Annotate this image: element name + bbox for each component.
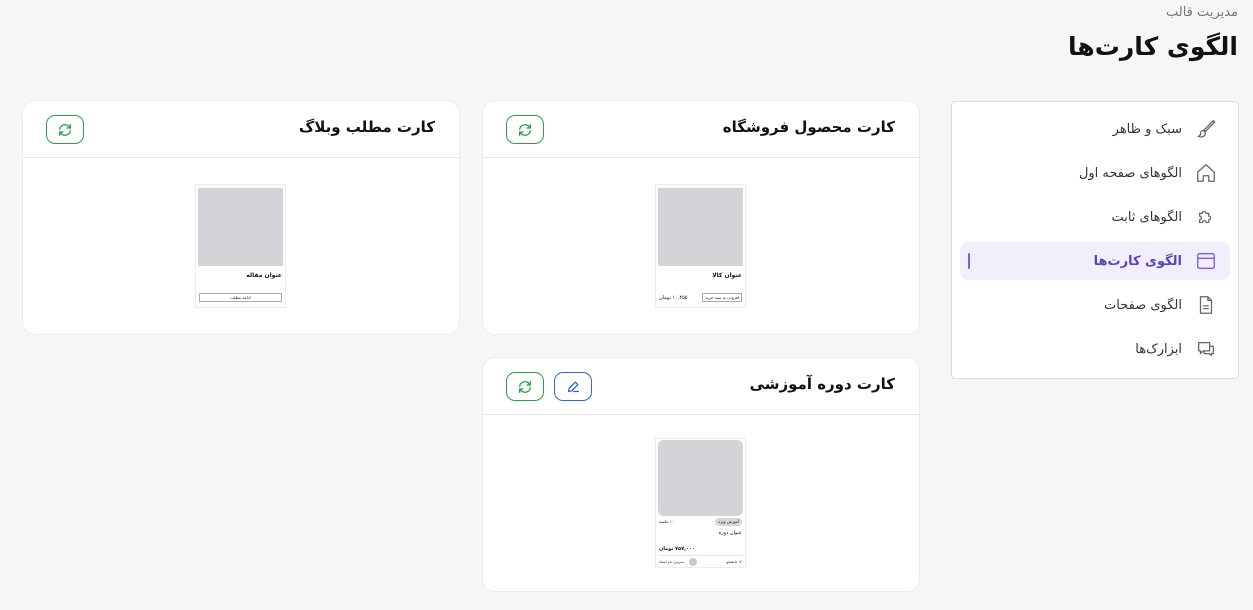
refresh-icon xyxy=(519,380,531,393)
preview-price: ۷۵۷,۰۰۰ تومان xyxy=(659,546,696,552)
preview-students: ۱۲ دانشجو xyxy=(726,560,742,564)
teacher-avatar xyxy=(689,558,697,566)
brush-icon xyxy=(1194,117,1218,141)
preview-read-more-button: ادامه مطلب xyxy=(199,293,282,302)
home-icon xyxy=(1194,161,1218,185)
preview-title: عنوان مقاله xyxy=(246,272,282,279)
sidebar-item-fixed-templates[interactable]: الگوهای ثابت xyxy=(960,198,1230,236)
sidebar-item-label: سبک و ظاهر xyxy=(1112,121,1182,137)
sidebar-item-home-templates[interactable]: الگوهای صفحه اول xyxy=(960,154,1230,192)
refresh-button[interactable] xyxy=(506,115,544,144)
sidebar-item-widgets[interactable]: ابزارک‌ها xyxy=(960,330,1230,368)
edit-icon xyxy=(567,381,579,393)
chat-icon xyxy=(1194,337,1218,361)
preview-meta: ۱۰ جلسه xyxy=(659,519,675,524)
sidebar: سبک و ظاهر الگوهای صفحه اول الگوهای ثابت… xyxy=(951,101,1239,379)
preview-divider xyxy=(658,555,743,556)
sidebar-item-style[interactable]: سبک و ظاهر xyxy=(960,110,1230,148)
puzzle-icon xyxy=(1194,205,1218,229)
sidebar-item-page-templates[interactable]: الگوی صفحات xyxy=(960,286,1230,324)
refresh-icon xyxy=(519,123,531,136)
edit-button[interactable] xyxy=(554,372,592,401)
card-title: کارت مطلب وبلاگ xyxy=(298,118,435,136)
preview-title: عنوان دوره xyxy=(718,530,742,536)
preview-title: عنوان کالا xyxy=(712,272,742,279)
refresh-icon xyxy=(59,123,71,136)
image-placeholder xyxy=(198,188,283,266)
preview-badge: آموزش ویژه xyxy=(715,518,742,526)
page-title: الگوی کارت‌ها xyxy=(1068,32,1238,61)
sidebar-item-label: ابزارک‌ها xyxy=(1135,341,1182,357)
card-header: کارت مطلب وبلاگ xyxy=(23,101,459,158)
blog-card: کارت مطلب وبلاگ عنوان مقاله ادامه مطلب xyxy=(23,101,459,334)
course-card: کارت دوره آموزشی آموزش ویژه ۱۰ جلسه عنوا… xyxy=(483,358,919,591)
refresh-button[interactable] xyxy=(46,115,84,144)
active-indicator xyxy=(968,253,970,269)
sidebar-item-label: الگوی صفحات xyxy=(1104,297,1182,313)
product-card-preview: عنوان کالا ۱۰,۴۵۵ تومان افزودن به سبد خر… xyxy=(655,184,746,308)
sidebar-item-label: الگوهای ثابت xyxy=(1111,209,1182,225)
card-header: کارت دوره آموزشی xyxy=(483,358,919,415)
preview-add-button: افزودن به سبد خرید xyxy=(702,293,742,302)
preview-teacher: مدرس: نام استاد xyxy=(659,560,684,564)
document-icon xyxy=(1194,293,1218,317)
sidebar-item-label: الگوی کارت‌ها xyxy=(1093,253,1182,269)
image-placeholder xyxy=(658,188,743,266)
course-card-preview: آموزش ویژه ۱۰ جلسه عنوان دوره ۷۵۷,۰۰۰ تو… xyxy=(655,438,746,568)
sidebar-item-card-templates[interactable]: الگوی کارت‌ها xyxy=(960,242,1230,280)
refresh-button[interactable] xyxy=(506,372,544,401)
preview-price: ۱۰,۴۵۵ تومان xyxy=(659,295,688,301)
card-header: کارت محصول فروشگاه xyxy=(483,101,919,158)
product-card: کارت محصول فروشگاه عنوان کالا ۱۰,۴۵۵ توم… xyxy=(483,101,919,334)
breadcrumb: مدیریت قالب xyxy=(1166,5,1238,20)
window-icon xyxy=(1194,249,1218,273)
card-title: کارت دوره آموزشی xyxy=(749,375,895,393)
card-title: کارت محصول فروشگاه xyxy=(722,118,895,136)
sidebar-item-label: الگوهای صفحه اول xyxy=(1078,165,1182,181)
blog-card-preview: عنوان مقاله ادامه مطلب xyxy=(195,184,286,308)
image-placeholder xyxy=(658,440,743,516)
